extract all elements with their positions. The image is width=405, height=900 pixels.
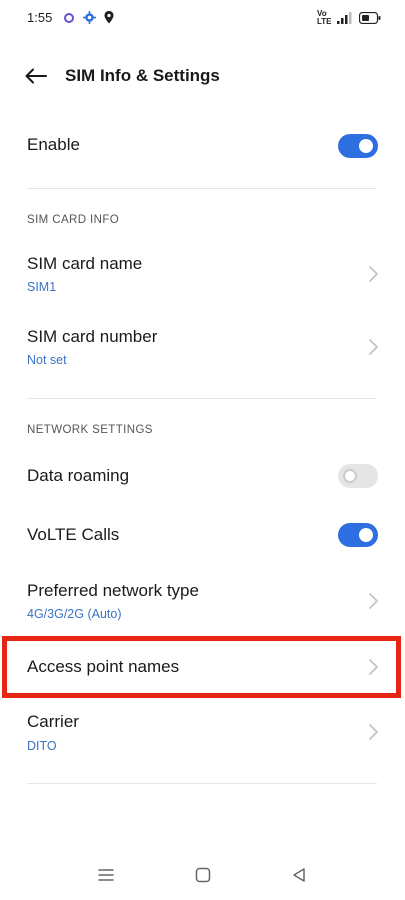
back-button[interactable] — [22, 62, 50, 90]
enable-toggle[interactable] — [338, 134, 378, 158]
sim-card-number-label: SIM card number — [27, 327, 158, 346]
carrier-label: Carrier — [27, 712, 79, 731]
sim-card-name-row[interactable]: SIM card name SIM1 — [0, 246, 405, 302]
sim-card-number-value: Not set — [27, 353, 67, 367]
page-title: SIM Info & Settings — [65, 66, 220, 85]
volte-indicator: Vo LTE — [317, 9, 332, 26]
carrier-value: DITO — [27, 739, 57, 753]
gear-icon — [83, 11, 96, 24]
volte-calls-toggle[interactable] — [338, 523, 378, 547]
chevron-right-icon — [369, 724, 378, 740]
sim-card-number-row[interactable]: SIM card number Not set — [0, 320, 405, 376]
system-nav-bar — [0, 850, 405, 900]
enable-row[interactable]: Enable — [0, 124, 405, 168]
divider — [27, 398, 377, 399]
sim-card-name-label: SIM card name — [27, 254, 143, 273]
section-header-network-settings: NETWORK SETTINGS — [27, 424, 153, 436]
section-header-sim-card-info: SIM CARD INFO — [27, 214, 120, 226]
data-roaming-row[interactable]: Data roaming — [0, 454, 405, 498]
status-bar: 1:55 Vo LTE — [0, 0, 405, 36]
status-time: 1:55 — [27, 10, 53, 25]
back-nav-button[interactable] — [288, 864, 310, 886]
back-arrow-icon — [25, 68, 47, 84]
volte-calls-row[interactable]: VoLTE Calls — [0, 513, 405, 557]
ring-app-icon — [64, 12, 74, 23]
toggle-knob — [343, 469, 357, 483]
status-notification-icons — [63, 11, 114, 24]
divider — [27, 783, 377, 784]
menu-lines-icon — [98, 869, 114, 881]
home-button[interactable] — [192, 864, 214, 886]
sim-card-name-value: SIM1 — [27, 280, 57, 294]
location-icon — [104, 11, 114, 24]
preferred-network-type-label: Preferred network type — [27, 581, 199, 600]
toggle-knob — [359, 528, 373, 542]
recents-button[interactable] — [95, 864, 117, 886]
app-header: SIM Info & Settings — [0, 56, 405, 96]
chevron-right-icon — [369, 339, 378, 355]
square-icon — [195, 867, 211, 883]
triangle-back-icon — [293, 868, 305, 882]
preferred-network-type-row[interactable]: Preferred network type 4G/3G/2G (Auto) — [0, 574, 405, 630]
volte-calls-label: VoLTE Calls — [27, 525, 120, 544]
highlight-annotation-box — [2, 636, 401, 698]
enable-label: Enable — [27, 135, 80, 154]
signal-icon — [337, 12, 352, 24]
battery-icon — [359, 12, 381, 24]
chevron-right-icon — [369, 593, 378, 609]
carrier-row[interactable]: Carrier DITO — [0, 705, 405, 761]
status-system-icons: Vo LTE — [317, 10, 381, 26]
chevron-right-icon — [369, 266, 378, 282]
preferred-network-type-value: 4G/3G/2G (Auto) — [27, 607, 122, 621]
data-roaming-toggle[interactable] — [338, 464, 378, 488]
toggle-knob — [359, 139, 373, 153]
data-roaming-label: Data roaming — [27, 466, 130, 485]
divider — [27, 188, 377, 189]
